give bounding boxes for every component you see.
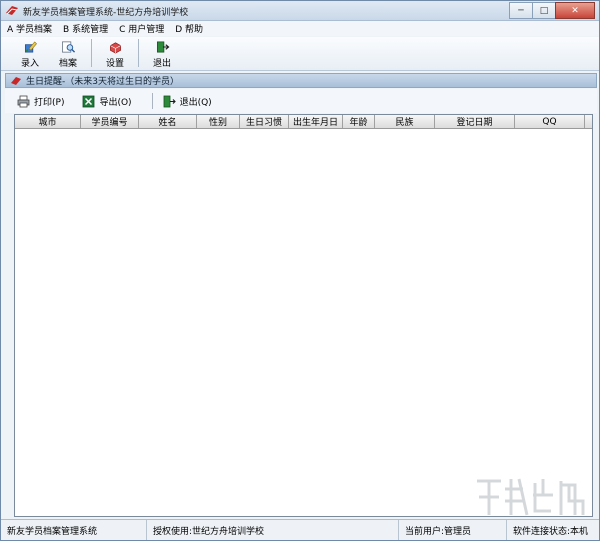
menu-user-management[interactable]: C 用户管理 [119,22,164,35]
entry-button[interactable]: 录入 [11,37,49,69]
window-title: 新友学员档案管理系统-世纪方舟培训学校 [23,8,189,18]
birthday-reminder-header: 生日提醒-（未来3天将过生日的学员） [5,73,597,88]
action-separator [151,93,153,109]
settings-label: 设置 [105,59,124,69]
column-header-qq[interactable]: QQ [515,115,585,128]
status-license: 授权使用:世纪方舟培训学校 [147,520,399,540]
panel-exit-label: 退出(Q) [179,97,212,108]
status-system-name: 新友学员档案管理系统 [1,520,147,540]
column-header-ethnicity[interactable]: 民族 [375,115,435,128]
main-toolbar: 录入 档案 设置 退出 [1,37,599,71]
title-bar[interactable]: 新友学员档案管理系统-世纪方舟培训学校 ─ □ ✕ [1,1,599,21]
status-current-user: 当前用户:管理员 [399,520,507,540]
printer-icon [17,95,30,107]
toolbar-separator [91,39,92,67]
exit-door-icon [163,95,176,107]
column-header-birthday-habit[interactable]: 生日习惯 [240,115,289,128]
archive-label: 档案 [58,59,77,69]
panel-exit-button[interactable]: 退出(Q) [163,95,212,108]
minimize-button[interactable]: ─ [509,2,533,19]
menu-bar: A 学员档案 B 系统管理 C 用户管理 D 帮助 [1,21,599,36]
menu-help[interactable]: D 帮助 [175,22,203,35]
maximize-button[interactable]: □ [532,2,556,19]
close-button[interactable]: ✕ [555,2,595,19]
menu-system-management[interactable]: B 系统管理 [63,22,108,35]
window-controls: ─ □ ✕ [509,2,595,19]
status-connection: 软件连接状态:本机 [513,526,589,537]
archive-button[interactable]: 档案 [49,37,87,69]
app-window: 新友学员档案管理系统-世纪方舟培训学校 ─ □ ✕ A 学员档案 B 系统管理 … [0,0,600,541]
excel-export-icon [83,95,95,107]
settings-button[interactable]: 设置 [96,37,134,69]
status-bar: 新友学员档案管理系统 授权使用:世纪方舟培训学校 当前用户:管理员 软件连接状态… [1,519,599,540]
export-label: 导出(O) [99,97,132,108]
pencil-edit-icon [24,41,37,53]
table-header: 城市 学员编号 姓名 性别 生日习惯 出生年月日 年龄 民族 登记日期 QQ [15,115,592,129]
export-button[interactable]: 导出(O) [82,95,132,108]
toolbar-separator [138,39,139,67]
search-archive-icon [61,41,75,53]
print-label: 打印(P) [34,97,65,108]
exit-button[interactable]: 退出 [143,37,181,69]
settings-box-icon [109,42,121,54]
column-header-city[interactable]: 城市 [15,115,81,128]
column-header-birth-date[interactable]: 出生年月日 [289,115,343,128]
print-button[interactable]: 打印(P) [17,95,64,108]
app-logo-icon [6,6,18,15]
column-header-name[interactable]: 姓名 [139,115,197,128]
exit-label: 退出 [152,59,171,69]
exit-door-icon [156,41,169,53]
column-header-student-id[interactable]: 学员编号 [81,115,139,128]
entry-label: 录入 [20,59,39,69]
column-header-age[interactable]: 年龄 [343,115,375,128]
app-logo-icon [11,76,21,85]
action-toolbar: 打印(P) 导出(O) 退出(Q) [5,89,597,113]
student-table[interactable]: 城市 学员编号 姓名 性别 生日习惯 出生年月日 年龄 民族 登记日期 QQ [14,114,593,517]
watermark-logo [477,478,585,516]
column-header-registration-date[interactable]: 登记日期 [435,115,515,128]
column-header-gender[interactable]: 性别 [197,115,240,128]
menu-student-archive[interactable]: A 学员档案 [7,22,52,35]
panel-title: 生日提醒-（未来3天将过生日的学员） [26,77,179,87]
